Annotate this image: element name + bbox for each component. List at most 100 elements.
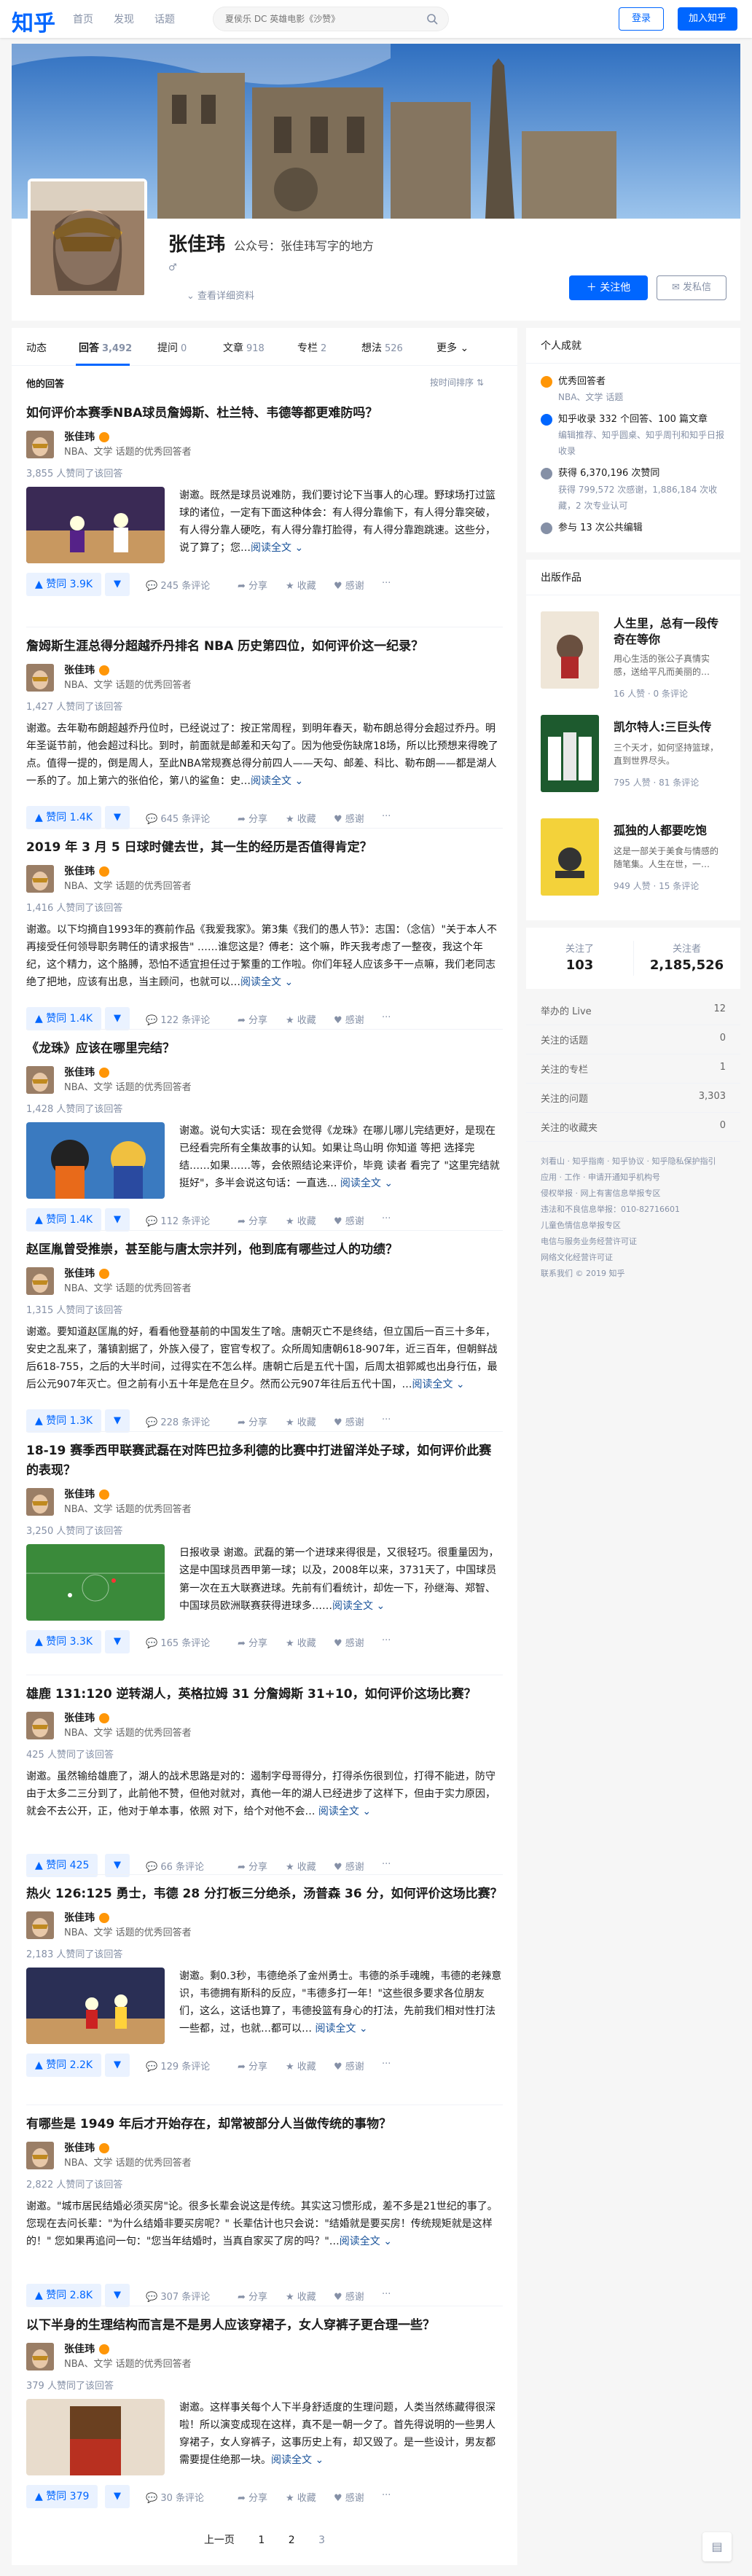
footer-line[interactable]: 网络文化经营许可证 bbox=[541, 1250, 726, 1266]
tab-answers[interactable]: 回答 3,492 bbox=[79, 340, 132, 355]
share-button[interactable]: ➦ 分享 bbox=[238, 1859, 267, 1873]
collect-button[interactable]: ★ 收藏 bbox=[286, 1414, 316, 1428]
answer-body[interactable]: 谢邀。说句大实话：现在会觉得《龙珠》在哪儿哪儿完结更好，是现在已经看完所有全集故… bbox=[26, 1122, 503, 1204]
author-name[interactable]: 张佳玮 bbox=[64, 2341, 109, 2356]
thanks-button[interactable]: ♥ 感谢 bbox=[334, 811, 364, 825]
upvote-button[interactable]: ▲ 赞同 2.8K bbox=[26, 2284, 102, 2308]
question-title[interactable]: 赵匡胤曾受推崇，甚至能与唐太宗并列，他到底有哪些过人的功绩？ bbox=[26, 1240, 503, 1260]
answer-thumbnail[interactable] bbox=[26, 487, 165, 564]
more-options-button[interactable]: ··· bbox=[382, 1414, 391, 1425]
upvote-button[interactable]: ▲ 赞同 3.9K bbox=[26, 573, 102, 597]
thanks-button[interactable]: ♥ 感谢 bbox=[334, 1213, 364, 1227]
answer-body[interactable]: 谢邀。去年勒布朗超越乔丹位时，已经说过了：按正常周程，到明年春天，勒布朗总得分会… bbox=[26, 720, 503, 802]
answer-body[interactable]: 谢邀。以下均摘自1993年的赛前作品《我爱我家》。第3集《我们的愚人节》：志国：… bbox=[26, 921, 503, 1003]
upvote-button[interactable]: ▲ 赞同 379 bbox=[26, 2485, 98, 2509]
footer-line[interactable]: 儿童色情信息举报专区 bbox=[541, 1218, 726, 1234]
avatar[interactable] bbox=[26, 2142, 54, 2170]
footer-line[interactable]: 电信与服务业务经营许可证 bbox=[541, 1234, 726, 1250]
voters-count[interactable]: 1,428 人赞同了该回答 bbox=[26, 1101, 503, 1115]
zhihu-logo[interactable]: 知乎 bbox=[12, 5, 55, 37]
pager-prev[interactable]: 上一页 bbox=[204, 2532, 235, 2547]
avatar[interactable] bbox=[26, 1712, 54, 1740]
avatar[interactable] bbox=[26, 865, 54, 893]
voters-count[interactable]: 1,427 人赞同了该回答 bbox=[26, 699, 503, 713]
search-icon[interactable] bbox=[426, 13, 438, 28]
avatar[interactable] bbox=[26, 431, 54, 459]
tab-columns[interactable]: 专栏 2 bbox=[297, 340, 326, 355]
more-options-button[interactable]: ··· bbox=[382, 1635, 391, 1646]
avatar[interactable] bbox=[26, 1911, 54, 1940]
read-more-link[interactable]: 阅读全文 ⌄ bbox=[240, 976, 293, 988]
comments-button[interactable]: 💬 66 条评论 bbox=[146, 1859, 204, 1873]
upvote-button[interactable]: ▲ 赞同 1.3K bbox=[26, 1409, 102, 1433]
sort-dropdown[interactable]: 按时间排序 ⇅ bbox=[430, 376, 484, 388]
upvote-button[interactable]: ▲ 赞同 1.4K bbox=[26, 1208, 102, 1232]
pager-page-1[interactable]: 1 bbox=[258, 2534, 265, 2546]
answer-body[interactable]: 谢邀。剩0.3秒，韦德绝杀了金州勇士。韦德的杀手魂魄，韦德的老辣意识，韦德拥有斯… bbox=[26, 1968, 503, 2049]
avatar[interactable] bbox=[26, 1267, 54, 1296]
comments-button[interactable]: 💬 112 条评论 bbox=[146, 1213, 210, 1227]
follow-button[interactable]: ＋ 关注他 bbox=[569, 275, 648, 300]
voters-count[interactable]: 3,250 人赞同了该回答 bbox=[26, 1523, 503, 1537]
answer-body[interactable]: 谢邀。虽然输给雄鹿了，湖人的战术思路是对的：遏制字母哥得分，打得杀伤很到位，打得… bbox=[26, 1768, 503, 1849]
collect-button[interactable]: ★ 收藏 bbox=[286, 2059, 316, 2072]
collect-button[interactable]: ★ 收藏 bbox=[286, 1859, 316, 1873]
share-button[interactable]: ➦ 分享 bbox=[238, 1213, 267, 1227]
downvote-button[interactable]: ▼ bbox=[105, 806, 130, 830]
question-title[interactable]: 《龙珠》应该在哪里完结？ bbox=[26, 1039, 503, 1059]
downvote-button[interactable]: ▼ bbox=[105, 573, 130, 597]
voters-count[interactable]: 379 人赞同了该回答 bbox=[26, 2378, 503, 2392]
book-item[interactable]: 凯尔特人:三巨头传 三个天才，如何坚持篮球，直到世界尽头。 795 人赞 · 8… bbox=[541, 714, 726, 810]
upvote-button[interactable]: ▲ 赞同 2.2K bbox=[26, 2054, 102, 2078]
read-more-link[interactable]: 阅读全文 ⌄ bbox=[340, 1178, 393, 1189]
downvote-button[interactable]: ▼ bbox=[105, 2054, 130, 2078]
answer-body[interactable]: 谢邀。"城市居民结婚必须买房"论。很多长辈会说这是传统。其实这习惯形成，差不多是… bbox=[26, 2198, 503, 2279]
thanks-button[interactable]: ♥ 感谢 bbox=[334, 2059, 364, 2072]
more-options-button[interactable]: ··· bbox=[382, 2490, 391, 2501]
thanks-button[interactable]: ♥ 感谢 bbox=[334, 1414, 364, 1428]
footer-line[interactable]: 联系我们 © 2019 知乎 bbox=[541, 1266, 726, 1282]
following-count[interactable]: 关注了 103 bbox=[526, 941, 633, 973]
author-name[interactable]: 张佳玮 bbox=[64, 1065, 109, 1079]
comments-button[interactable]: 💬 165 条评论 bbox=[146, 1635, 210, 1649]
collect-button[interactable]: ★ 收藏 bbox=[286, 2289, 316, 2303]
answer-thumbnail[interactable] bbox=[26, 1544, 165, 1621]
collect-button[interactable]: ★ 收藏 bbox=[286, 1012, 316, 1026]
answer-thumbnail[interactable] bbox=[26, 1968, 165, 2045]
join-button[interactable]: 加入知乎 bbox=[678, 7, 737, 31]
message-button[interactable]: ✉ 发私信 bbox=[657, 275, 726, 300]
footer-line[interactable]: 侵权举报 · 网上有害信息举报专区 bbox=[541, 1186, 726, 1202]
nav-topics[interactable]: 话题 bbox=[154, 12, 175, 26]
stat-topics[interactable]: 关注的话题 0 bbox=[526, 1025, 740, 1054]
author-name[interactable]: 张佳玮 bbox=[64, 1710, 109, 1725]
read-more-link[interactable]: 阅读全文 ⌄ bbox=[315, 2023, 367, 2035]
view-detail-link[interactable]: ⌄ 查看详细资料 bbox=[187, 288, 254, 302]
comments-button[interactable]: 💬 307 条评论 bbox=[146, 2289, 210, 2303]
voters-count[interactable]: 3,855 人赞同了该回答 bbox=[26, 466, 503, 479]
pager-page-2[interactable]: 2 bbox=[289, 2534, 295, 2546]
more-options-button[interactable]: ··· bbox=[382, 811, 391, 822]
question-title[interactable]: 18-19 赛季西甲联赛武磊在对阵巴拉多利德的比赛中打进留洋处子球，如何评价此赛… bbox=[26, 1441, 503, 1481]
tab-articles[interactable]: 文章 918 bbox=[223, 340, 265, 355]
read-more-link[interactable]: 阅读全文 ⌄ bbox=[412, 1379, 464, 1390]
collect-button[interactable]: ★ 收藏 bbox=[286, 1635, 316, 1649]
share-button[interactable]: ➦ 分享 bbox=[238, 1635, 267, 1649]
author-name[interactable]: 张佳玮 bbox=[64, 1910, 109, 1925]
downvote-button[interactable]: ▼ bbox=[105, 1208, 130, 1232]
thanks-button[interactable]: ♥ 感谢 bbox=[334, 2289, 364, 2303]
share-button[interactable]: ➦ 分享 bbox=[238, 1414, 267, 1428]
author-name[interactable]: 张佳玮 bbox=[64, 864, 109, 878]
stat-questions[interactable]: 关注的问题 3,303 bbox=[526, 1084, 740, 1113]
more-options-button[interactable]: ··· bbox=[382, 2059, 391, 2070]
share-button[interactable]: ➦ 分享 bbox=[238, 2059, 267, 2072]
author-name[interactable]: 张佳玮 bbox=[64, 1487, 109, 1501]
tab-pins[interactable]: 想法 526 bbox=[361, 340, 403, 355]
upvote-button[interactable]: ▲ 赞同 1.4K bbox=[26, 806, 102, 830]
share-button[interactable]: ➦ 分享 bbox=[238, 811, 267, 825]
comments-button[interactable]: 💬 30 条评论 bbox=[146, 2490, 204, 2504]
more-options-button[interactable]: ··· bbox=[382, 2289, 391, 2300]
comments-button[interactable]: 💬 245 条评论 bbox=[146, 578, 210, 592]
share-button[interactable]: ➦ 分享 bbox=[238, 578, 267, 592]
avatar[interactable] bbox=[26, 1066, 54, 1095]
read-more-link[interactable]: 阅读全文 ⌄ bbox=[251, 775, 303, 787]
